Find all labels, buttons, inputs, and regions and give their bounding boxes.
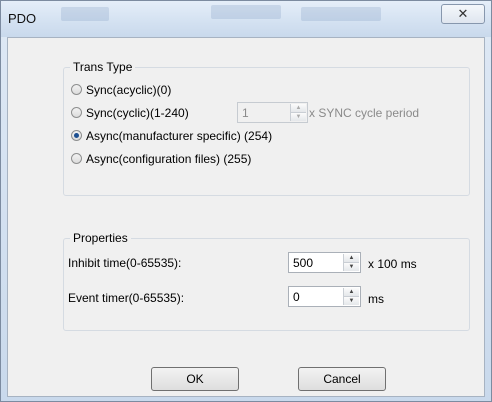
sync-cycle-value: 1 (242, 106, 249, 120)
radio-button[interactable] (71, 84, 82, 95)
radio-label: Sync(acyclic)(0) (86, 83, 172, 97)
close-button[interactable]: ✕ (441, 4, 485, 24)
trans-type-group: Trans Type Sync(acyclic)(0) Sync(cyclic)… (63, 60, 470, 196)
background-blur (211, 5, 281, 19)
sync-cycle-spinbox: 1 ▲ ▼ (237, 102, 308, 123)
window-title: PDO (8, 11, 37, 26)
radio-button[interactable] (71, 153, 82, 164)
radio-label: Async(manufacturer specific) (254) (86, 129, 273, 143)
radio-sync-acyclic[interactable]: Sync(acyclic)(0) (71, 82, 171, 98)
spin-down-icon: ▼ (291, 112, 306, 121)
spin-buttons[interactable]: ▲ ▼ (343, 288, 359, 305)
event-timer-label: Event timer(0-65535): (68, 291, 185, 305)
spin-down-icon[interactable]: ▼ (344, 296, 359, 305)
spin-up-icon[interactable]: ▲ (344, 254, 359, 263)
dialog-body: Trans Type Sync(acyclic)(0) Sync(cyclic)… (7, 37, 485, 397)
background-blur (301, 7, 381, 21)
radio-async-configuration[interactable]: Async(configuration files) (255) (71, 151, 251, 167)
event-timer-spinbox[interactable]: 0 ▲ ▼ (288, 286, 361, 307)
properties-title: Properties (70, 231, 131, 245)
inhibit-time-label: Inhibit time(0-65535): (68, 256, 182, 270)
radio-button[interactable] (71, 107, 82, 118)
radio-label: Sync(cyclic)(1-240) (86, 106, 189, 120)
spin-buttons[interactable]: ▲ ▼ (343, 254, 359, 271)
event-timer-unit: ms (368, 292, 384, 306)
inhibit-time-value[interactable]: 500 (293, 256, 313, 270)
radio-sync-cyclic[interactable]: Sync(cyclic)(1-240) (71, 105, 189, 121)
close-icon: ✕ (457, 6, 469, 21)
sync-cycle-suffix: x SYNC cycle period (309, 106, 420, 120)
spin-down-icon[interactable]: ▼ (344, 262, 359, 271)
radio-label: Async(configuration files) (255) (86, 152, 252, 166)
spin-up-icon[interactable]: ▲ (344, 288, 359, 297)
trans-type-title: Trans Type (70, 60, 136, 74)
title-bar[interactable]: PDO ✕ (1, 1, 491, 37)
radio-button-selected[interactable] (71, 130, 82, 141)
spin-up-icon: ▲ (291, 104, 306, 113)
inhibit-time-spinbox[interactable]: 500 ▲ ▼ (288, 252, 361, 273)
event-timer-value[interactable]: 0 (293, 290, 300, 304)
properties-group: Properties Inhibit time(0-65535): 500 ▲ … (63, 231, 470, 331)
radio-async-manufacturer[interactable]: Async(manufacturer specific) (254) (71, 128, 272, 144)
ok-button[interactable]: OK (151, 367, 239, 391)
spin-buttons: ▲ ▼ (290, 104, 306, 121)
cancel-button[interactable]: Cancel (298, 367, 386, 391)
pdo-dialog: PDO ✕ Trans Type Sync(acyclic)(0) Sync(c… (0, 0, 492, 402)
background-blur (61, 7, 109, 21)
inhibit-time-unit: x 100 ms (368, 257, 417, 271)
